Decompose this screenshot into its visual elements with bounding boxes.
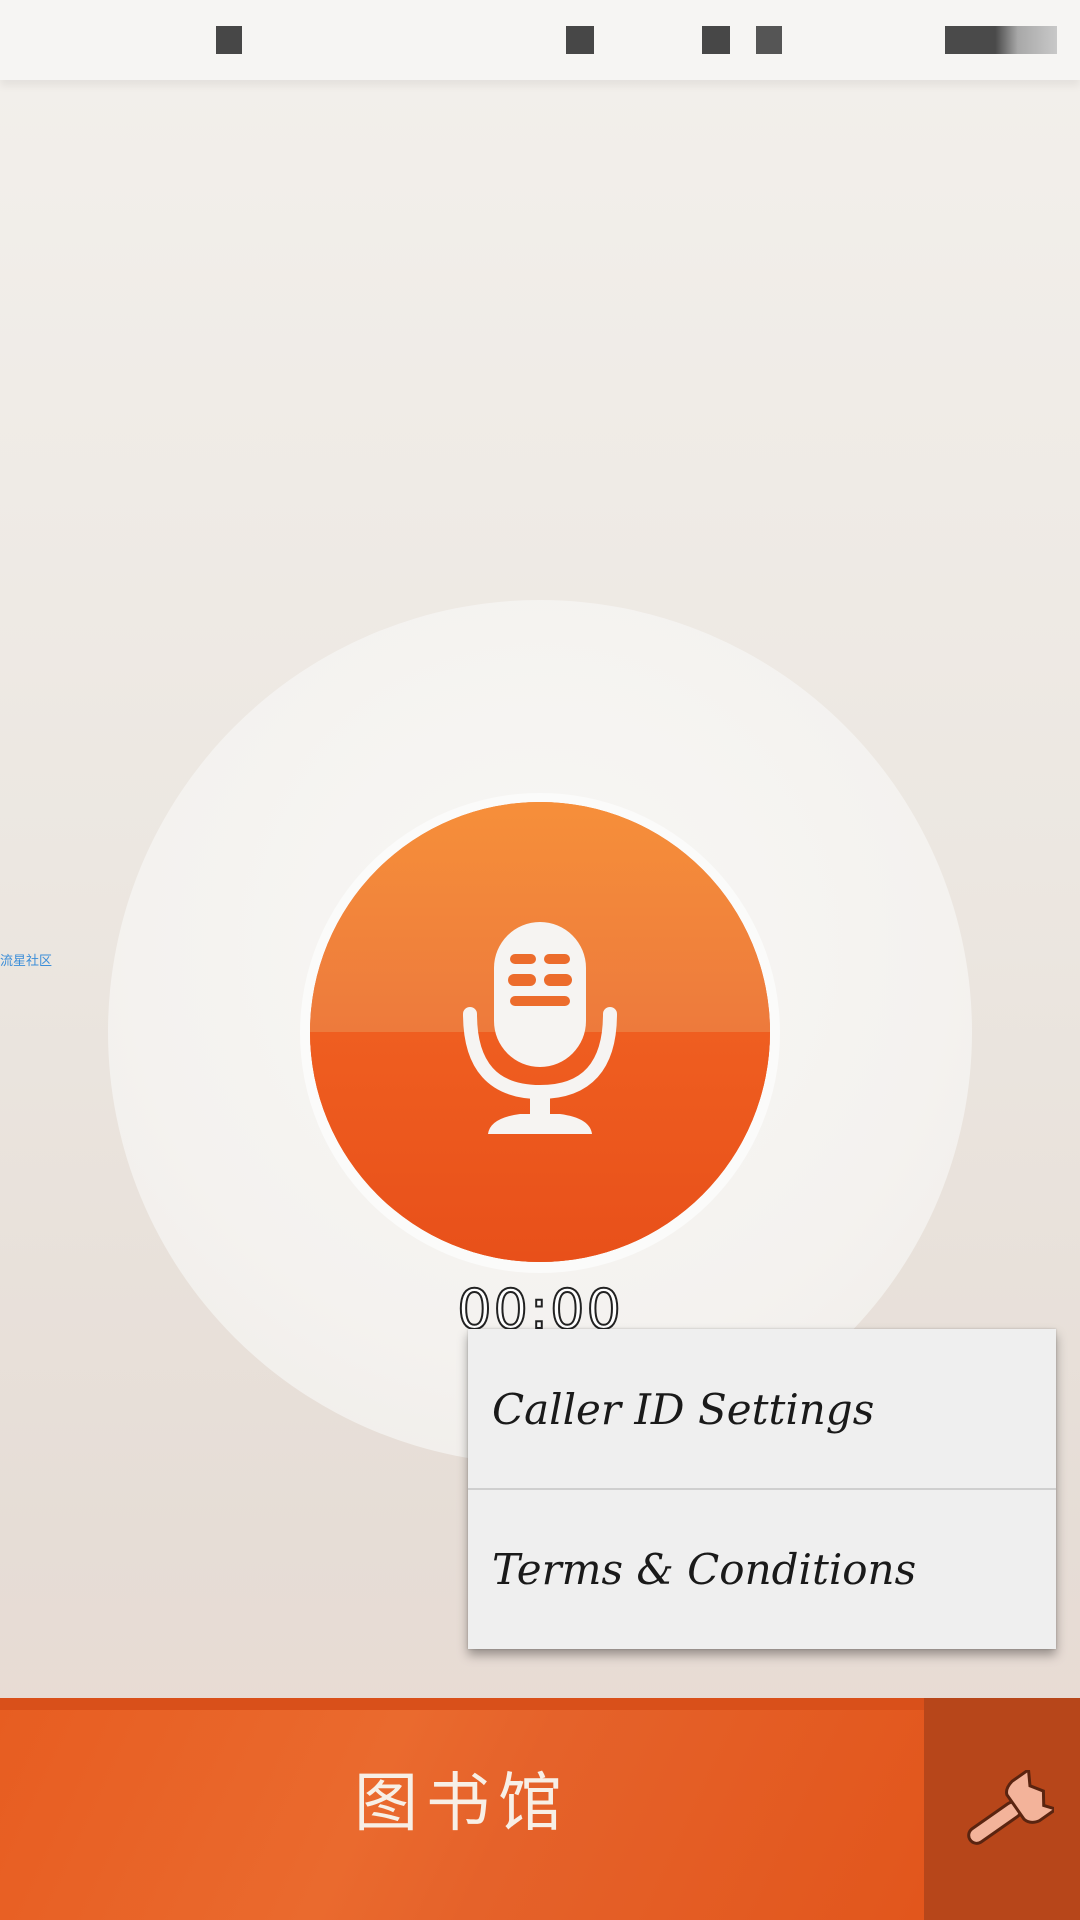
library-button[interactable]: 图书馆 [0,1710,924,1920]
record-button[interactable] [310,802,770,1262]
menu-item-terms-conditions[interactable]: Terms & Conditions [468,1489,1056,1649]
side-tag[interactable]: 流星社区 [0,950,52,969]
bottom-bar-edge [0,1698,924,1710]
wrench-icon [967,1770,1054,1845]
battery-icon [945,26,1057,54]
menu-item-caller-id-settings[interactable]: Caller ID Settings [468,1329,1056,1489]
settings-button[interactable] [924,1698,1080,1920]
bottom-bar: 图书馆 [0,1698,1080,1920]
status-icon [566,26,594,54]
status-icon [702,26,730,54]
library-label: 图书馆 [354,1767,570,1841]
status-bar [0,0,1080,80]
microphone-icon [463,922,617,1134]
overflow-menu: Caller ID Settings Terms & Conditions [468,1329,1056,1649]
status-icon [216,26,242,54]
status-icon [756,26,782,54]
